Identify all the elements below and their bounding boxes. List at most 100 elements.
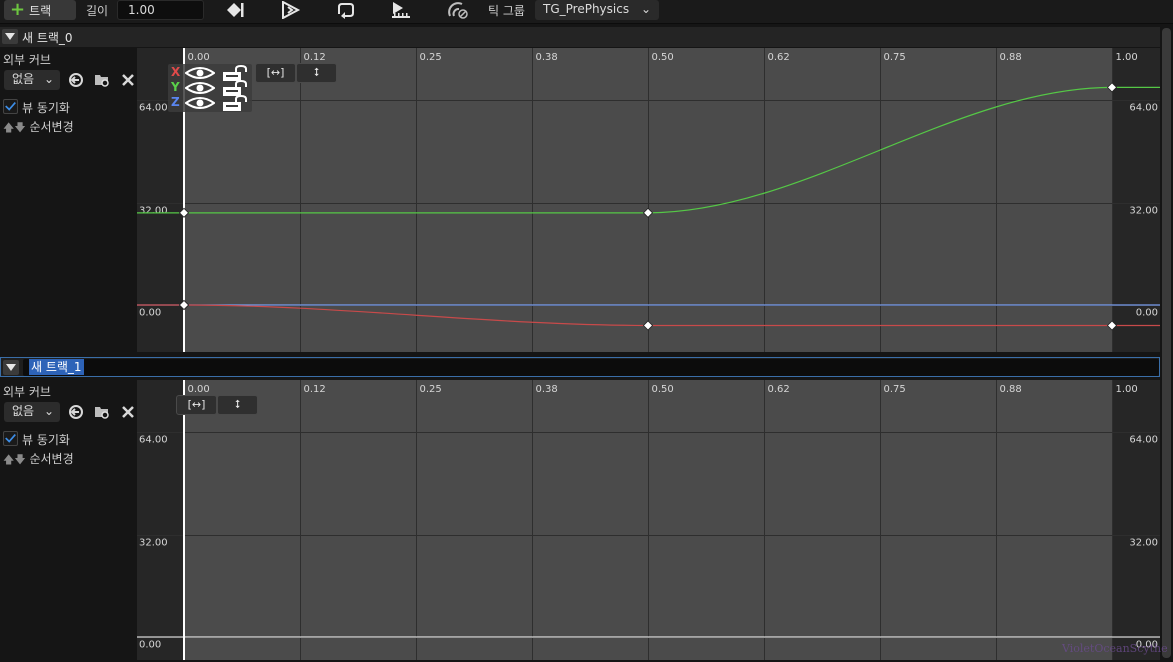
sync-view-checkbox[interactable] — [3, 431, 18, 446]
external-curve-value: 없음 — [12, 404, 35, 418]
value-tick-label-right: 64.00 — [1129, 103, 1158, 114]
collapse-track-1-button[interactable] — [3, 360, 19, 375]
track-1-curve-graph[interactable]: 0.00 0.12 0.25 0.38 0.50 0.62 0.75 0.88 1.00 64.0… — [137, 380, 1160, 660]
sync-view-checkbox[interactable] — [3, 99, 18, 114]
arrow-up-icon[interactable]: 🡅 — [3, 453, 14, 466]
arrow-down-icon[interactable]: 🡇 — [14, 121, 25, 134]
track-1-options: 외부 커브 없음 ⌄ 뷰 동기화 🡅🡇 순서변경 — [0, 380, 136, 662]
add-track-button[interactable]: + 트랙 — [4, 0, 76, 20]
arrow-down-icon[interactable]: 🡇 — [14, 453, 25, 466]
time-tick-label: 0.00 — [188, 52, 210, 63]
time-tick-label: 0.88 — [1000, 52, 1022, 63]
fit-vertical-button[interactable]: ⭥ — [296, 63, 337, 83]
unlock-icon[interactable] — [222, 80, 250, 96]
checkmark-icon — [5, 102, 16, 111]
time-tick-label: 0.12 — [304, 52, 326, 63]
external-curve-dropdown[interactable]: 없음 ⌄ — [4, 402, 60, 422]
unlock-icon[interactable] — [222, 95, 250, 111]
reorder-label: 순서변경 — [29, 120, 74, 134]
tick-group-label: 틱 그룹 — [488, 4, 525, 18]
time-tick-label: 0.12 — [304, 384, 326, 395]
collapse-track-0-button[interactable] — [2, 29, 18, 44]
axis-z-row: Z — [168, 95, 252, 111]
fit-vertical-button[interactable]: ⭥ — [217, 395, 258, 415]
reorder-control[interactable]: 🡅🡇 순서변경 — [3, 118, 74, 138]
external-curve-value: 없음 — [12, 72, 35, 86]
sync-view-label: 뷰 동기화 — [22, 433, 70, 447]
fit-horizontal-button[interactable]: [↔] — [176, 395, 217, 415]
browse-folder-icon[interactable] — [94, 404, 110, 420]
track-1-fit-tools: [↔] ⭥ — [176, 395, 258, 415]
time-tick-label: 0.38 — [536, 52, 558, 63]
track-0-fit-tools: [↔] ⭥ — [255, 63, 337, 83]
timeline-toolbar: + 트랙 길이 1.00 틱 그룹 TG_PrePhysics ⌄ — [0, 0, 1173, 24]
value-tick-label-right: 32.00 — [1129, 206, 1158, 217]
time-tick-label: 0.00 — [188, 384, 210, 395]
chevron-down-icon: ⌄ — [640, 2, 651, 16]
tick-group-value: TG_PrePhysics — [543, 2, 630, 16]
axis-z-label: Z — [171, 95, 180, 109]
time-tick-label: 0.88 — [1000, 384, 1022, 395]
eye-icon[interactable] — [185, 66, 215, 80]
checkmark-icon — [5, 434, 16, 443]
eye-icon[interactable] — [185, 96, 215, 110]
value-tick-label-right: 0.00 — [1136, 308, 1158, 319]
track-1-curve-canvas[interactable]: 0.00 0.12 0.25 0.38 0.50 0.62 0.75 0.88 1.00 64.0… — [137, 380, 1160, 660]
autoplay-icon[interactable] — [280, 1, 302, 19]
value-tick-label-right: 32.00 — [1129, 538, 1158, 549]
axis-y-label: Y — [171, 80, 180, 94]
external-curve-dropdown[interactable]: 없음 ⌄ — [4, 70, 60, 90]
time-tick-label: 1.00 — [1116, 52, 1138, 63]
clear-close-icon[interactable] — [120, 404, 136, 420]
vertical-scrollbar[interactable] — [1162, 28, 1171, 658]
value-tick-label-left: 0.00 — [139, 308, 161, 319]
length-input[interactable]: 1.00 — [117, 0, 204, 20]
reorder-control[interactable]: 🡅🡇 순서변경 — [3, 450, 74, 470]
use-last-keyframe-icon[interactable] — [390, 1, 412, 19]
loop-icon[interactable] — [335, 1, 357, 19]
fit-horizontal-button[interactable]: [↔] — [255, 63, 296, 83]
time-tick-label: 0.25 — [420, 52, 442, 63]
external-curve-label: 외부 커브 — [3, 53, 51, 67]
clear-close-icon[interactable] — [120, 72, 136, 88]
time-tick-label: 0.62 — [768, 384, 790, 395]
track-0-name[interactable]: 새 트랙_0 — [22, 29, 73, 46]
eye-icon[interactable] — [185, 81, 215, 95]
value-tick-label-left: 64.00 — [139, 435, 168, 446]
track-0-options: 외부 커브 없음 ⌄ 뷰 동기화 🡅🡇 순서변경 — [0, 48, 136, 352]
value-tick-label-left: 0.00 — [139, 640, 161, 651]
use-selected-asset-icon[interactable] — [68, 404, 84, 420]
axis-x-label: X — [171, 65, 181, 79]
add-key-icon[interactable] — [224, 1, 246, 19]
value-tick-label-left: 32.00 — [139, 538, 168, 549]
use-selected-asset-icon[interactable] — [68, 72, 84, 88]
time-tick-label: 0.75 — [884, 384, 906, 395]
time-tick-label: 0.38 — [536, 384, 558, 395]
time-tick-label: 0.50 — [652, 384, 674, 395]
time-tick-label: 0.25 — [420, 384, 442, 395]
time-tick-label: 1.00 — [1116, 384, 1138, 395]
value-tick-label-left: 64.00 — [139, 103, 168, 114]
track-1-name-input[interactable]: 새 트랙_1 — [23, 359, 1159, 376]
value-tick-label-left: 32.00 — [139, 206, 168, 217]
chevron-down-icon: ⌄ — [43, 404, 54, 418]
track-0-header: 새 트랙_0 — [0, 27, 1160, 47]
ignore-time-dilation-icon[interactable] — [447, 1, 469, 19]
sync-view-label: 뷰 동기화 — [22, 101, 70, 115]
time-tick-label: 0.50 — [652, 52, 674, 63]
external-curve-label: 외부 커브 — [3, 385, 51, 399]
browse-folder-icon[interactable] — [94, 72, 110, 88]
track-0-curve-graph[interactable]: 0.00 0.12 0.25 0.38 0.50 0.62 0.75 0.88 1.00 64.0… — [137, 48, 1160, 352]
tick-group-dropdown[interactable]: TG_PrePhysics ⌄ — [535, 0, 659, 20]
axis-y-row: Y — [168, 80, 252, 96]
add-track-label: 트랙 — [29, 3, 52, 18]
track-0-curve-canvas[interactable]: 0.00 0.12 0.25 0.38 0.50 0.62 0.75 0.88 1.00 64.0… — [137, 48, 1160, 352]
arrow-up-icon[interactable]: 🡅 — [3, 121, 14, 134]
axis-visibility-panel: X Y Z — [168, 64, 252, 112]
plus-icon: + — [10, 0, 26, 20]
reorder-label: 순서변경 — [29, 452, 74, 466]
chevron-down-icon: ⌄ — [43, 72, 54, 86]
watermark-text: VioletOceanScythe — [1062, 642, 1168, 655]
time-tick-label: 0.62 — [768, 52, 790, 63]
unlock-icon[interactable] — [222, 65, 250, 81]
